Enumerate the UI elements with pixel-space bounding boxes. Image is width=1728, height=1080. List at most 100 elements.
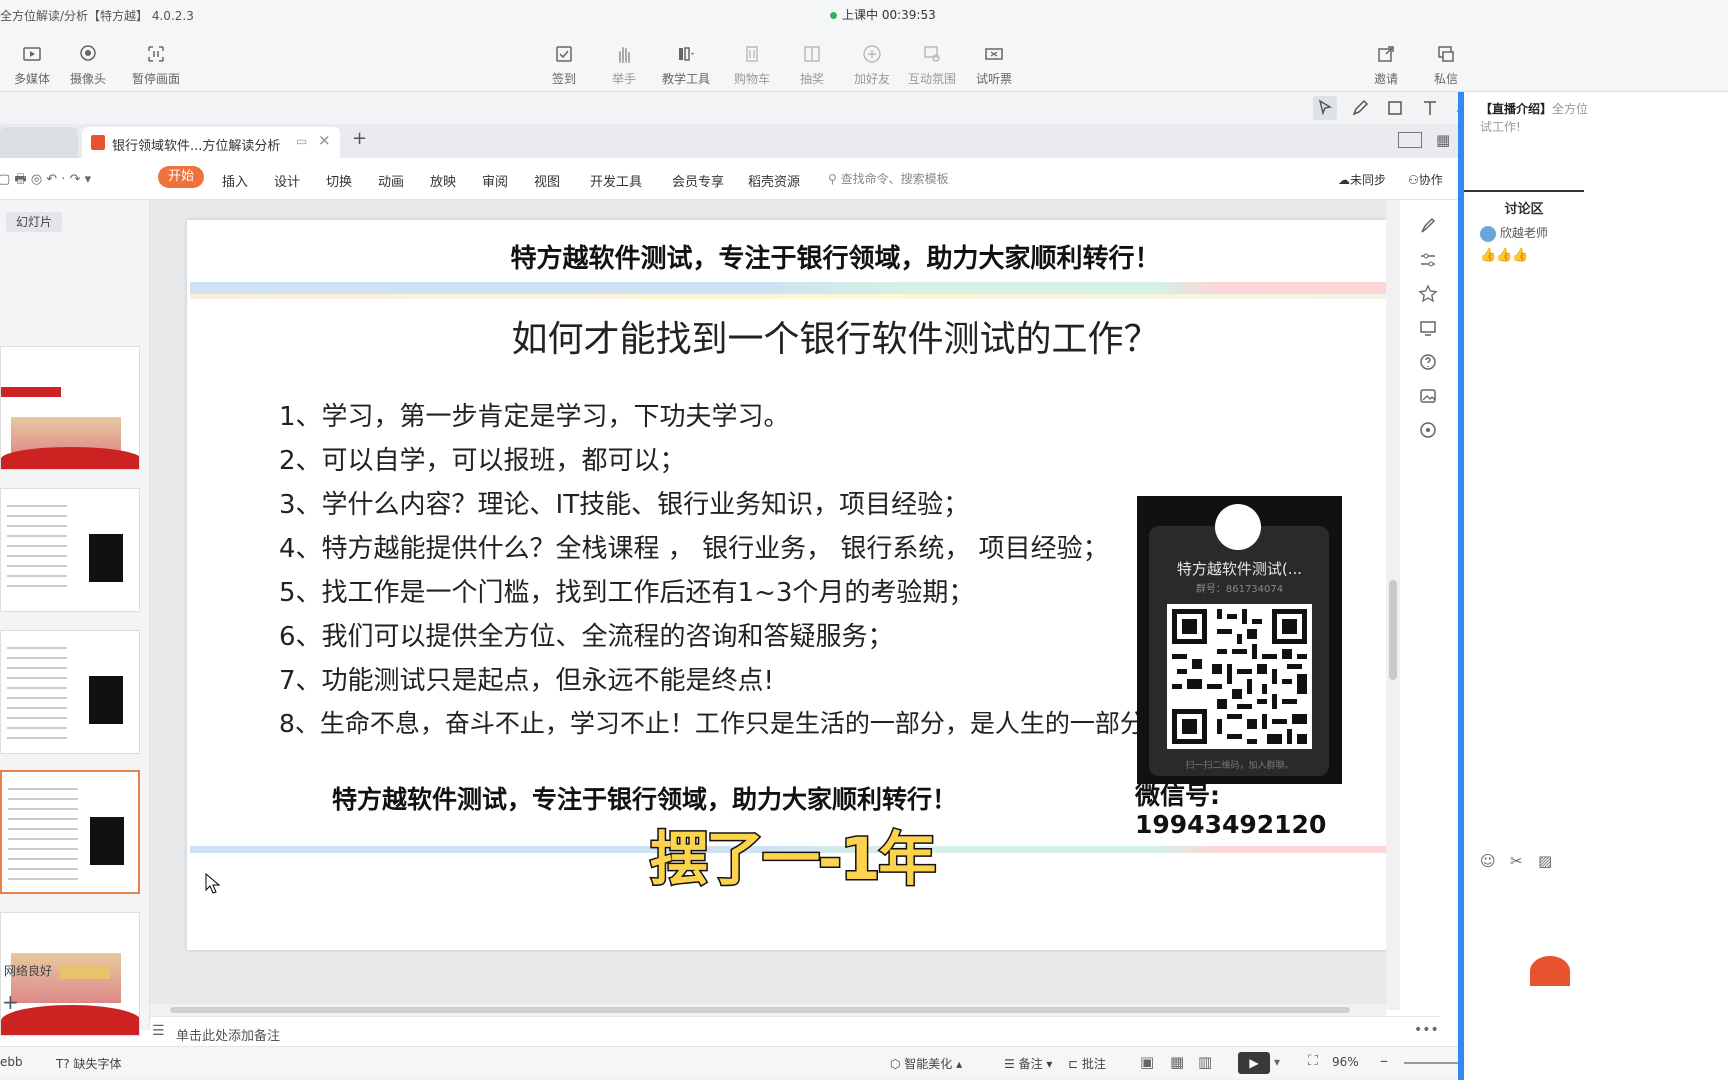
list-item: 5、找工作是一个门槛，找到工作后还有1~3个月的考验期； bbox=[279, 578, 975, 608]
pause-screen-button[interactable]: 暂停画面 bbox=[124, 44, 188, 87]
thumb-text bbox=[8, 780, 78, 880]
screen-icon[interactable] bbox=[1418, 318, 1438, 338]
invite-button[interactable]: 邀请 bbox=[1354, 44, 1418, 87]
pen-tool[interactable] bbox=[1348, 96, 1372, 120]
tab-document[interactable]: 银行领域软件...方位解读分析 ▭ × bbox=[82, 127, 340, 158]
rect-tool[interactable] bbox=[1383, 96, 1407, 120]
new-tab-button[interactable]: + bbox=[352, 128, 367, 149]
play-options-icon[interactable]: ▾ bbox=[1274, 1055, 1280, 1069]
rocket-icon[interactable] bbox=[1418, 216, 1438, 236]
decor-band-top-2 bbox=[190, 294, 1480, 299]
notes-bar[interactable]: ☰ 单击此处添加备注 bbox=[150, 1016, 1440, 1046]
private-message-button[interactable]: 私信 bbox=[1414, 44, 1478, 87]
reading-view-icon[interactable]: ▥ bbox=[1198, 1053, 1212, 1071]
interaction-button[interactable]: 互动氛围 bbox=[900, 44, 964, 87]
discussion-tab[interactable]: 讨论区 bbox=[1464, 190, 1584, 217]
multimedia-icon bbox=[23, 47, 41, 61]
beautify-label: 智能美化 bbox=[904, 1057, 953, 1071]
quick-access-icons[interactable]: ▢ 🖶 ◎ ↶ · ↷ ▾ bbox=[0, 170, 91, 192]
live-timer: 上课中 00:39:53 bbox=[842, 8, 936, 22]
ribbon-tab-review[interactable]: 审阅 bbox=[482, 171, 508, 190]
help-icon[interactable] bbox=[1418, 352, 1438, 372]
ribbon: ▢ 🖶 ◎ ↶ · ↷ ▾ 开始 插入 设计 切换 动画 放映 审阅 视图 开发… bbox=[0, 158, 1594, 200]
zoom-level[interactable]: 96% bbox=[1332, 1055, 1359, 1069]
add-friend-button[interactable]: 加好友 bbox=[840, 44, 904, 87]
sync-status[interactable]: ☁未同步 bbox=[1338, 171, 1386, 188]
thumb-text bbox=[7, 639, 67, 739]
zoom-out-icon[interactable]: – bbox=[1380, 1051, 1388, 1070]
lottery-button[interactable]: 抽奖 bbox=[780, 44, 844, 87]
slide-thumbnail-2[interactable] bbox=[0, 488, 140, 612]
decor-band-top bbox=[190, 282, 1480, 294]
missing-font-button[interactable]: T? 缺失字体 bbox=[56, 1055, 122, 1072]
checkin-button[interactable]: 签到 bbox=[532, 44, 596, 87]
command-search[interactable]: ⚲ 查找命令、搜索模板 bbox=[828, 170, 949, 187]
multimedia-label: 多媒体 bbox=[13, 72, 50, 86]
ribbon-tab-animation[interactable]: 动画 bbox=[378, 171, 404, 190]
cloud-icon: ☁ bbox=[1338, 173, 1350, 187]
notes-toggle-button[interactable]: ☰ 备注 ▾ bbox=[1004, 1055, 1052, 1072]
camera-button[interactable]: 摄像头 bbox=[56, 44, 120, 87]
tab-pin-icon[interactable]: ▭ bbox=[296, 134, 307, 148]
teaching-tools-button[interactable]: 教学工具 bbox=[654, 44, 718, 87]
slide-thumbnail-1[interactable] bbox=[0, 346, 140, 470]
collaborate-button[interactable]: ⚇协作 bbox=[1408, 171, 1443, 188]
status-left: ebb bbox=[0, 1055, 23, 1069]
comment-button[interactable]: ⊏ 批注 bbox=[1068, 1055, 1106, 1072]
cart-button[interactable]: 购物车 bbox=[720, 44, 784, 87]
font-icon: T? bbox=[56, 1057, 74, 1071]
horizontal-scrollbar[interactable] bbox=[150, 1004, 1386, 1016]
location-icon[interactable] bbox=[1418, 420, 1438, 440]
more-options-icon[interactable]: ••• bbox=[1414, 1022, 1439, 1038]
logo-icon bbox=[1530, 956, 1570, 986]
fit-window-icon[interactable]: ⛶ bbox=[1308, 1053, 1318, 1069]
vertical-scroll-thumb[interactable] bbox=[1389, 580, 1397, 680]
checkin-label: 签到 bbox=[551, 72, 576, 86]
pointer-tool[interactable] bbox=[1313, 96, 1337, 120]
horizontal-scroll-thumb[interactable] bbox=[170, 1007, 1350, 1013]
raise-hand-button[interactable]: 举手 bbox=[592, 44, 656, 87]
text-tool[interactable] bbox=[1418, 96, 1442, 120]
search-icon: ⚲ bbox=[828, 172, 841, 186]
tab-close-icon[interactable]: × bbox=[318, 131, 331, 149]
trial-ticket-button[interactable]: 试听票 bbox=[962, 44, 1026, 87]
play-button[interactable]: ▶ bbox=[1238, 1052, 1270, 1074]
normal-view-icon[interactable]: ▣ bbox=[1140, 1053, 1154, 1071]
tab-previous[interactable] bbox=[0, 127, 78, 158]
sorter-view-icon[interactable]: ▦ bbox=[1170, 1053, 1184, 1071]
ribbon-tab-view[interactable]: 视图 bbox=[534, 171, 560, 190]
ribbon-tab-developer[interactable]: 开发工具 bbox=[590, 171, 642, 190]
image-icon[interactable] bbox=[1418, 386, 1438, 406]
ribbon-tab-design[interactable]: 设计 bbox=[274, 171, 300, 190]
settings-sliders-icon[interactable] bbox=[1418, 250, 1438, 270]
scissors-icon[interactable]: ✂ bbox=[1510, 852, 1523, 870]
hand-icon bbox=[619, 47, 630, 63]
slide-thumbnail-4-selected[interactable] bbox=[0, 770, 140, 894]
grid-icon[interactable]: ▦ bbox=[1436, 131, 1450, 149]
ribbon-tab-slideshow[interactable]: 放映 bbox=[430, 171, 456, 190]
ribbon-tab-start[interactable]: 开始 bbox=[158, 166, 204, 188]
ribbon-tab-member[interactable]: 会员专享 bbox=[672, 171, 724, 190]
notes-placeholder: 单击此处添加备注 bbox=[176, 1029, 281, 1044]
multimedia-button[interactable]: 多媒体 bbox=[0, 44, 64, 87]
slide-thumbnail-3[interactable] bbox=[0, 630, 140, 754]
thumb-text bbox=[7, 497, 67, 587]
ribbon-tab-docer[interactable]: 稻壳资源 bbox=[748, 171, 800, 190]
ppt-icon bbox=[91, 135, 105, 150]
camera-label: 摄像头 bbox=[69, 72, 106, 86]
ribbon-tab-transition[interactable]: 切换 bbox=[326, 171, 352, 190]
image-upload-icon[interactable]: ▨ bbox=[1538, 852, 1552, 870]
layout-icon[interactable] bbox=[1398, 132, 1422, 148]
vertical-scrollbar[interactable] bbox=[1386, 200, 1400, 1010]
smart-beautify-button[interactable]: ⬡ 智能美化 ▴ bbox=[890, 1055, 962, 1072]
emoji-icon[interactable]: ☺ bbox=[1480, 852, 1496, 870]
intro-tag: 【直播介绍】 bbox=[1480, 102, 1553, 116]
qr-card: 特方越软件测试(... 群号：861734074 扫一扫二维码，加入群聊。 bbox=[1137, 496, 1342, 784]
star-icon[interactable] bbox=[1418, 284, 1438, 304]
wps-window: 银行领域软件...方位解读分析 ▭ × + ▦ – ❐ × ▢ 🖶 ◎ ↶ · … bbox=[0, 124, 1594, 1078]
add-slide-button[interactable]: + bbox=[2, 990, 19, 1014]
live-indicator-icon bbox=[830, 12, 837, 19]
user-icon: ⚇ bbox=[1408, 173, 1419, 187]
ribbon-tab-insert[interactable]: 插入 bbox=[222, 171, 248, 190]
qr-group-id: 群号：861734074 bbox=[1195, 584, 1284, 595]
